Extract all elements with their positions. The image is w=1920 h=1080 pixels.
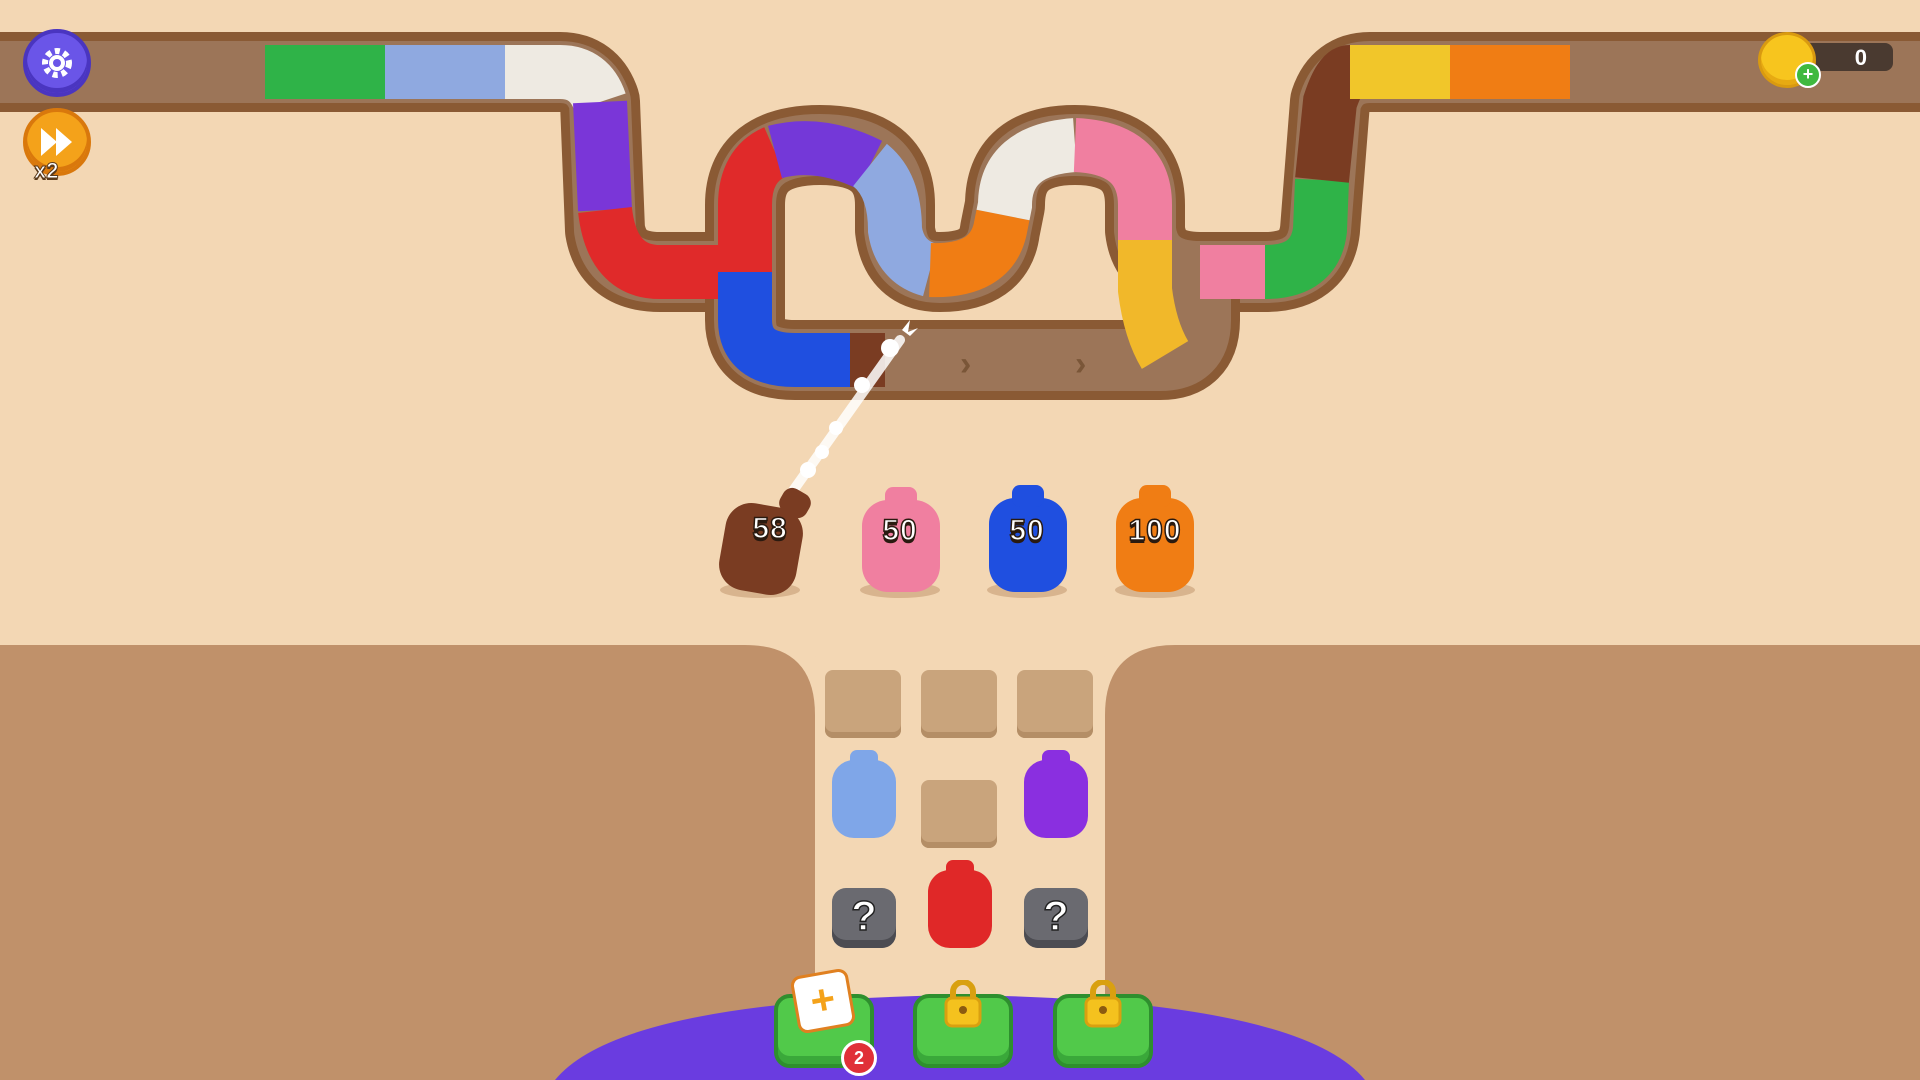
cube-band-purple — [573, 100, 632, 212]
game-board: › › — [0, 0, 1920, 1080]
add-coins-button[interactable]: + — [1795, 62, 1821, 88]
speed-multiplier-label: x2 — [33, 158, 59, 184]
trail-dot — [829, 421, 843, 435]
grid-slot-empty[interactable] — [921, 670, 997, 738]
cube-band-yellow — [1118, 240, 1189, 369]
locked-slot-button[interactable] — [913, 980, 1013, 1068]
trail-dot — [881, 339, 899, 357]
cube-band-purple-2 — [768, 121, 883, 190]
cube-band-red-2 — [718, 127, 788, 272]
question-mark-icon: ? — [1042, 891, 1069, 940]
grid-slot-empty[interactable] — [1017, 670, 1093, 738]
left-panel — [0, 645, 815, 1080]
track-arrow-icon: › — [1075, 345, 1086, 383]
grid-slot-empty[interactable] — [921, 780, 997, 848]
plus-card-icon: + — [789, 967, 857, 1035]
trail-dot — [800, 462, 816, 478]
trail-dot — [854, 377, 870, 393]
shooter-count: 50 — [1009, 513, 1045, 548]
lock-icon — [944, 980, 982, 1028]
trail-dot — [815, 445, 829, 459]
hidden-piece[interactable]: ? — [832, 888, 896, 948]
track-arrow-icon: › — [960, 345, 971, 383]
right-panel — [1105, 645, 1920, 1080]
grid-slot-empty[interactable] — [825, 670, 901, 738]
shooter-count: 50 — [882, 513, 918, 548]
cube-band-brown-2 — [1295, 45, 1364, 183]
locked-slot-button[interactable] — [1053, 980, 1153, 1068]
hidden-piece[interactable]: ? — [1024, 888, 1088, 948]
add-slot-count-badge: 2 — [841, 1040, 877, 1076]
shooter-count: 100 — [1128, 513, 1182, 548]
shooter-count: 58 — [752, 511, 788, 546]
question-mark-icon: ? — [850, 891, 877, 940]
settings-button[interactable] — [23, 29, 91, 97]
gear-icon — [42, 48, 72, 78]
coin-amount: 0 — [1854, 45, 1867, 70]
lock-icon — [1084, 980, 1122, 1028]
fast-forward-icon — [41, 128, 72, 156]
cube-band-white — [505, 45, 626, 112]
